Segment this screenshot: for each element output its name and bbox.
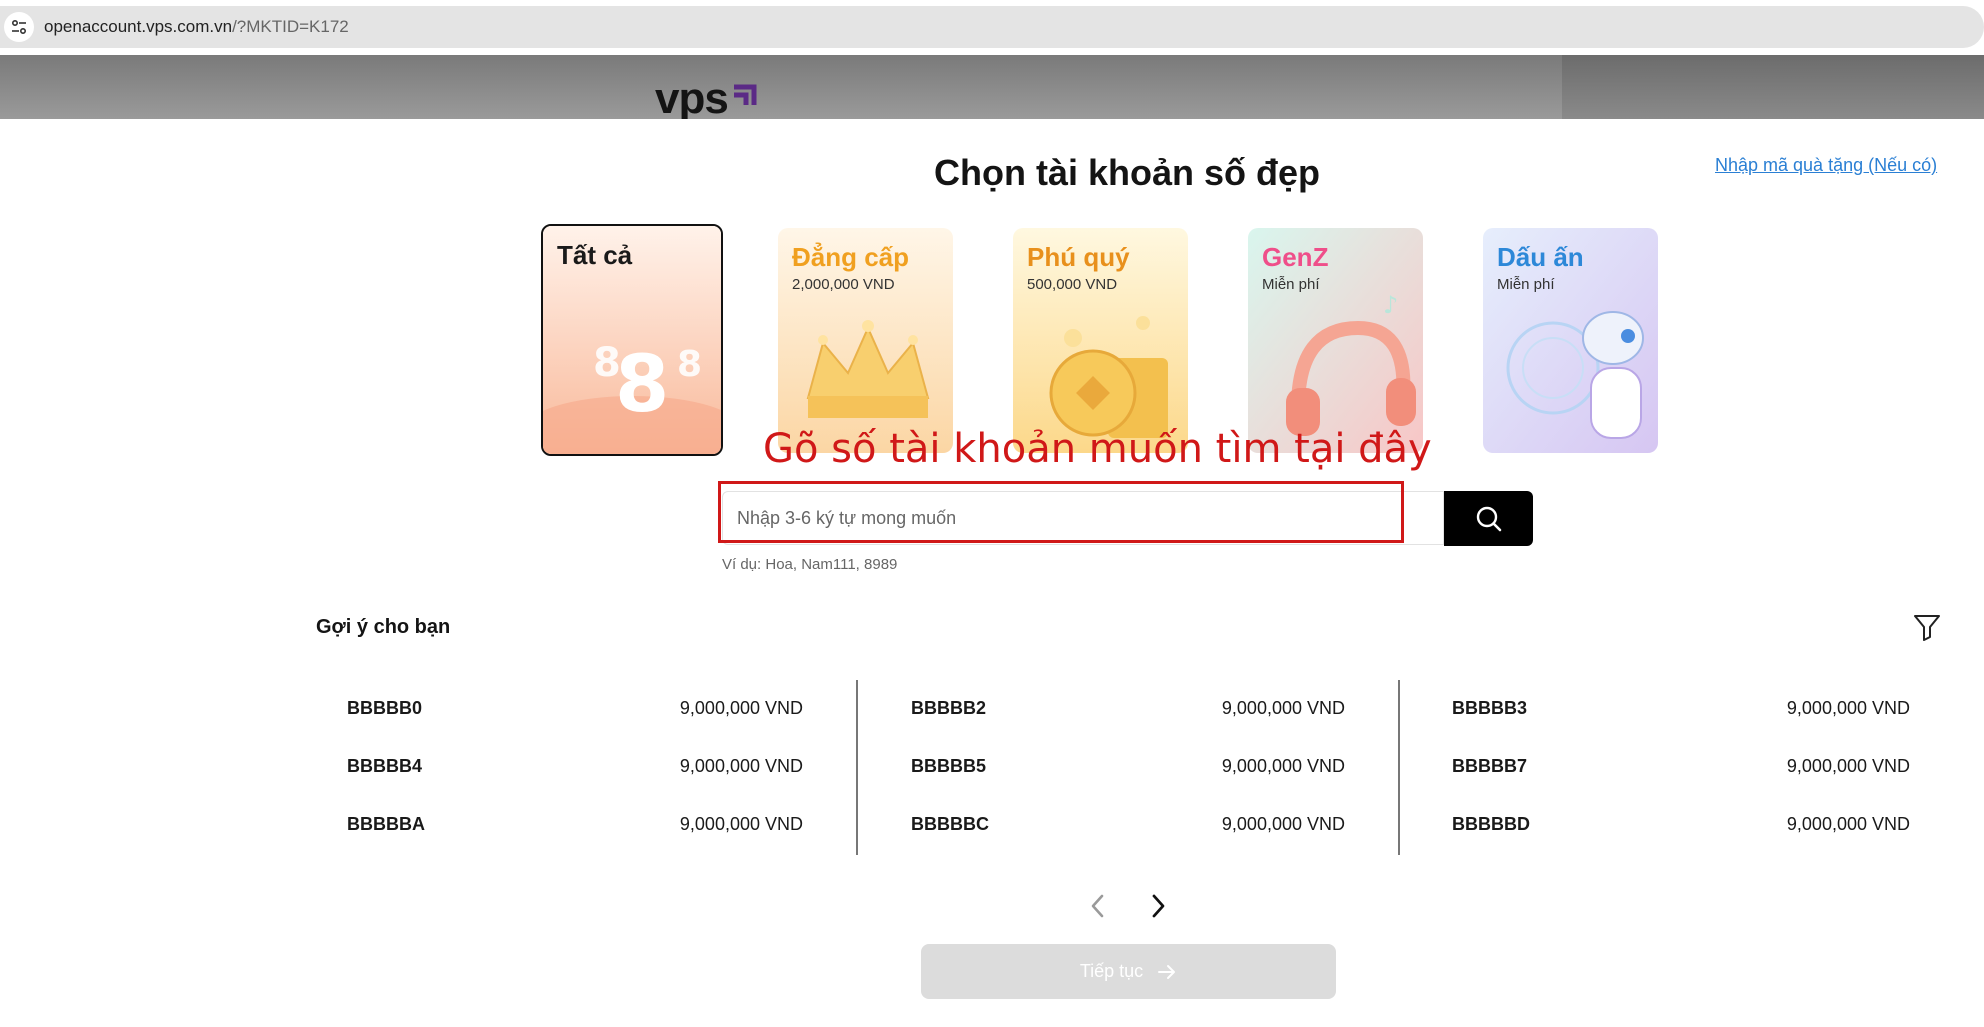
account-number: BBBBBA xyxy=(347,814,425,834)
category-card-dau-an[interactable]: Dấu ấn Miễn phí xyxy=(1483,228,1658,453)
site-settings-icon[interactable] xyxy=(4,12,34,42)
account-number: BBBBB2 xyxy=(911,698,987,718)
account-price: 9,000,000 VND xyxy=(1221,698,1345,718)
search-input[interactable] xyxy=(723,492,1443,544)
category-card-all[interactable]: 8 8 8 Tất cả xyxy=(541,224,723,456)
account-price: 9,000,000 VND xyxy=(1221,814,1345,834)
browser-address-bar: openaccount.vps.com.vn/?MKTID=K172 xyxy=(0,0,1984,55)
account-number: BBBBB3 xyxy=(1452,698,1528,718)
filter-icon[interactable] xyxy=(1912,612,1942,642)
suggestion-row[interactable]: BBBBB5 9,000,000 VND xyxy=(911,756,1345,786)
category-price: Miễn phí xyxy=(1497,276,1555,293)
annotation-label: Gõ số tài khoản muốn tìm tại đây xyxy=(763,426,1432,472)
account-number: BBBBB7 xyxy=(1452,756,1528,776)
continue-button[interactable]: Tiếp tục xyxy=(921,944,1336,999)
url-path: /?MKTID=K172 xyxy=(232,17,349,36)
svg-text:♪: ♪ xyxy=(1383,291,1398,319)
suggestion-row[interactable]: BBBBB4 9,000,000 VND xyxy=(347,756,803,786)
search-hint: Ví dụ: Hoa, Nam111, 8989 xyxy=(722,556,898,573)
suggestion-row[interactable]: BBBBBA 9,000,000 VND xyxy=(347,814,803,844)
category-card-dang-cap[interactable]: Đẳng cấp 2,000,000 VND xyxy=(778,228,953,453)
account-number: BBBBB5 xyxy=(911,756,987,776)
svg-text:8: 8 xyxy=(615,340,669,430)
account-number: BBBBBC xyxy=(911,814,989,834)
suggestion-row[interactable]: BBBBB2 9,000,000 VND xyxy=(911,698,1345,728)
page-title: Chọn tài khoản số đẹp xyxy=(933,152,1320,193)
account-price: 9,000,000 VND xyxy=(679,814,803,834)
category-price: 2,000,000 VND xyxy=(792,276,895,293)
chevron-right-icon[interactable] xyxy=(1146,892,1170,920)
category-title: GenZ xyxy=(1262,242,1329,272)
arrow-right-icon xyxy=(1158,964,1176,979)
suggestion-row[interactable]: BBBBBC 9,000,000 VND xyxy=(911,814,1345,844)
account-price: 9,000,000 VND xyxy=(1786,698,1910,718)
account-price: 9,000,000 VND xyxy=(1221,756,1345,776)
account-price: 9,000,000 VND xyxy=(679,698,803,718)
suggestion-row[interactable]: BBBBB3 9,000,000 VND xyxy=(1452,698,1910,728)
search-button[interactable] xyxy=(1444,491,1533,546)
suggestion-row[interactable]: BBBBB7 9,000,000 VND xyxy=(1452,756,1910,786)
category-title: Dấu ấn xyxy=(1497,242,1584,272)
url-text: openaccount.vps.com.vn/?MKTID=K172 xyxy=(44,17,349,37)
url-field[interactable]: openaccount.vps.com.vn/?MKTID=K172 xyxy=(0,6,1984,48)
svg-text:8: 8 xyxy=(677,344,702,385)
account-number: BBBBB4 xyxy=(347,756,423,776)
category-title: Đẳng cấp xyxy=(792,242,910,272)
site-header: vps xyxy=(0,55,1984,119)
continue-label: Tiếp tục xyxy=(1079,961,1144,981)
vps-logo[interactable]: vps xyxy=(655,77,729,120)
category-title: Tất cả xyxy=(557,240,633,270)
account-price: 9,000,000 VND xyxy=(679,756,803,776)
account-number: BBBBBD xyxy=(1452,814,1530,834)
suggestion-row[interactable]: BBBBBD 9,000,000 VND xyxy=(1452,814,1910,844)
category-title: Phú quý xyxy=(1027,242,1130,272)
suggestions-title: Gợi ý cho bạn xyxy=(316,616,451,638)
column-divider xyxy=(856,680,858,855)
category-price: 500,000 VND xyxy=(1027,276,1118,293)
vps-logo-mark-icon xyxy=(734,84,757,105)
search-field xyxy=(722,491,1444,545)
account-price: 9,000,000 VND xyxy=(1786,756,1910,776)
chevron-left-icon[interactable] xyxy=(1086,892,1110,920)
category-card-phu-quy[interactable]: Phú quý 500,000 VND xyxy=(1013,228,1188,453)
url-host: openaccount.vps.com.vn xyxy=(44,17,233,36)
account-price: 9,000,000 VND xyxy=(1786,814,1910,834)
search-icon xyxy=(1476,506,1501,531)
suggestion-row[interactable]: BBBBB0 9,000,000 VND xyxy=(347,698,803,728)
column-divider xyxy=(1398,680,1400,855)
category-price: Miễn phí xyxy=(1262,276,1320,293)
account-number: BBBBB0 xyxy=(347,698,423,718)
category-card-genz[interactable]: ♪ GenZ Miễn phí xyxy=(1248,228,1423,453)
header-right-banner xyxy=(1562,55,1984,119)
gift-code-link[interactable]: Nhập mã quà tặng (Nếu có) xyxy=(1715,155,1937,176)
